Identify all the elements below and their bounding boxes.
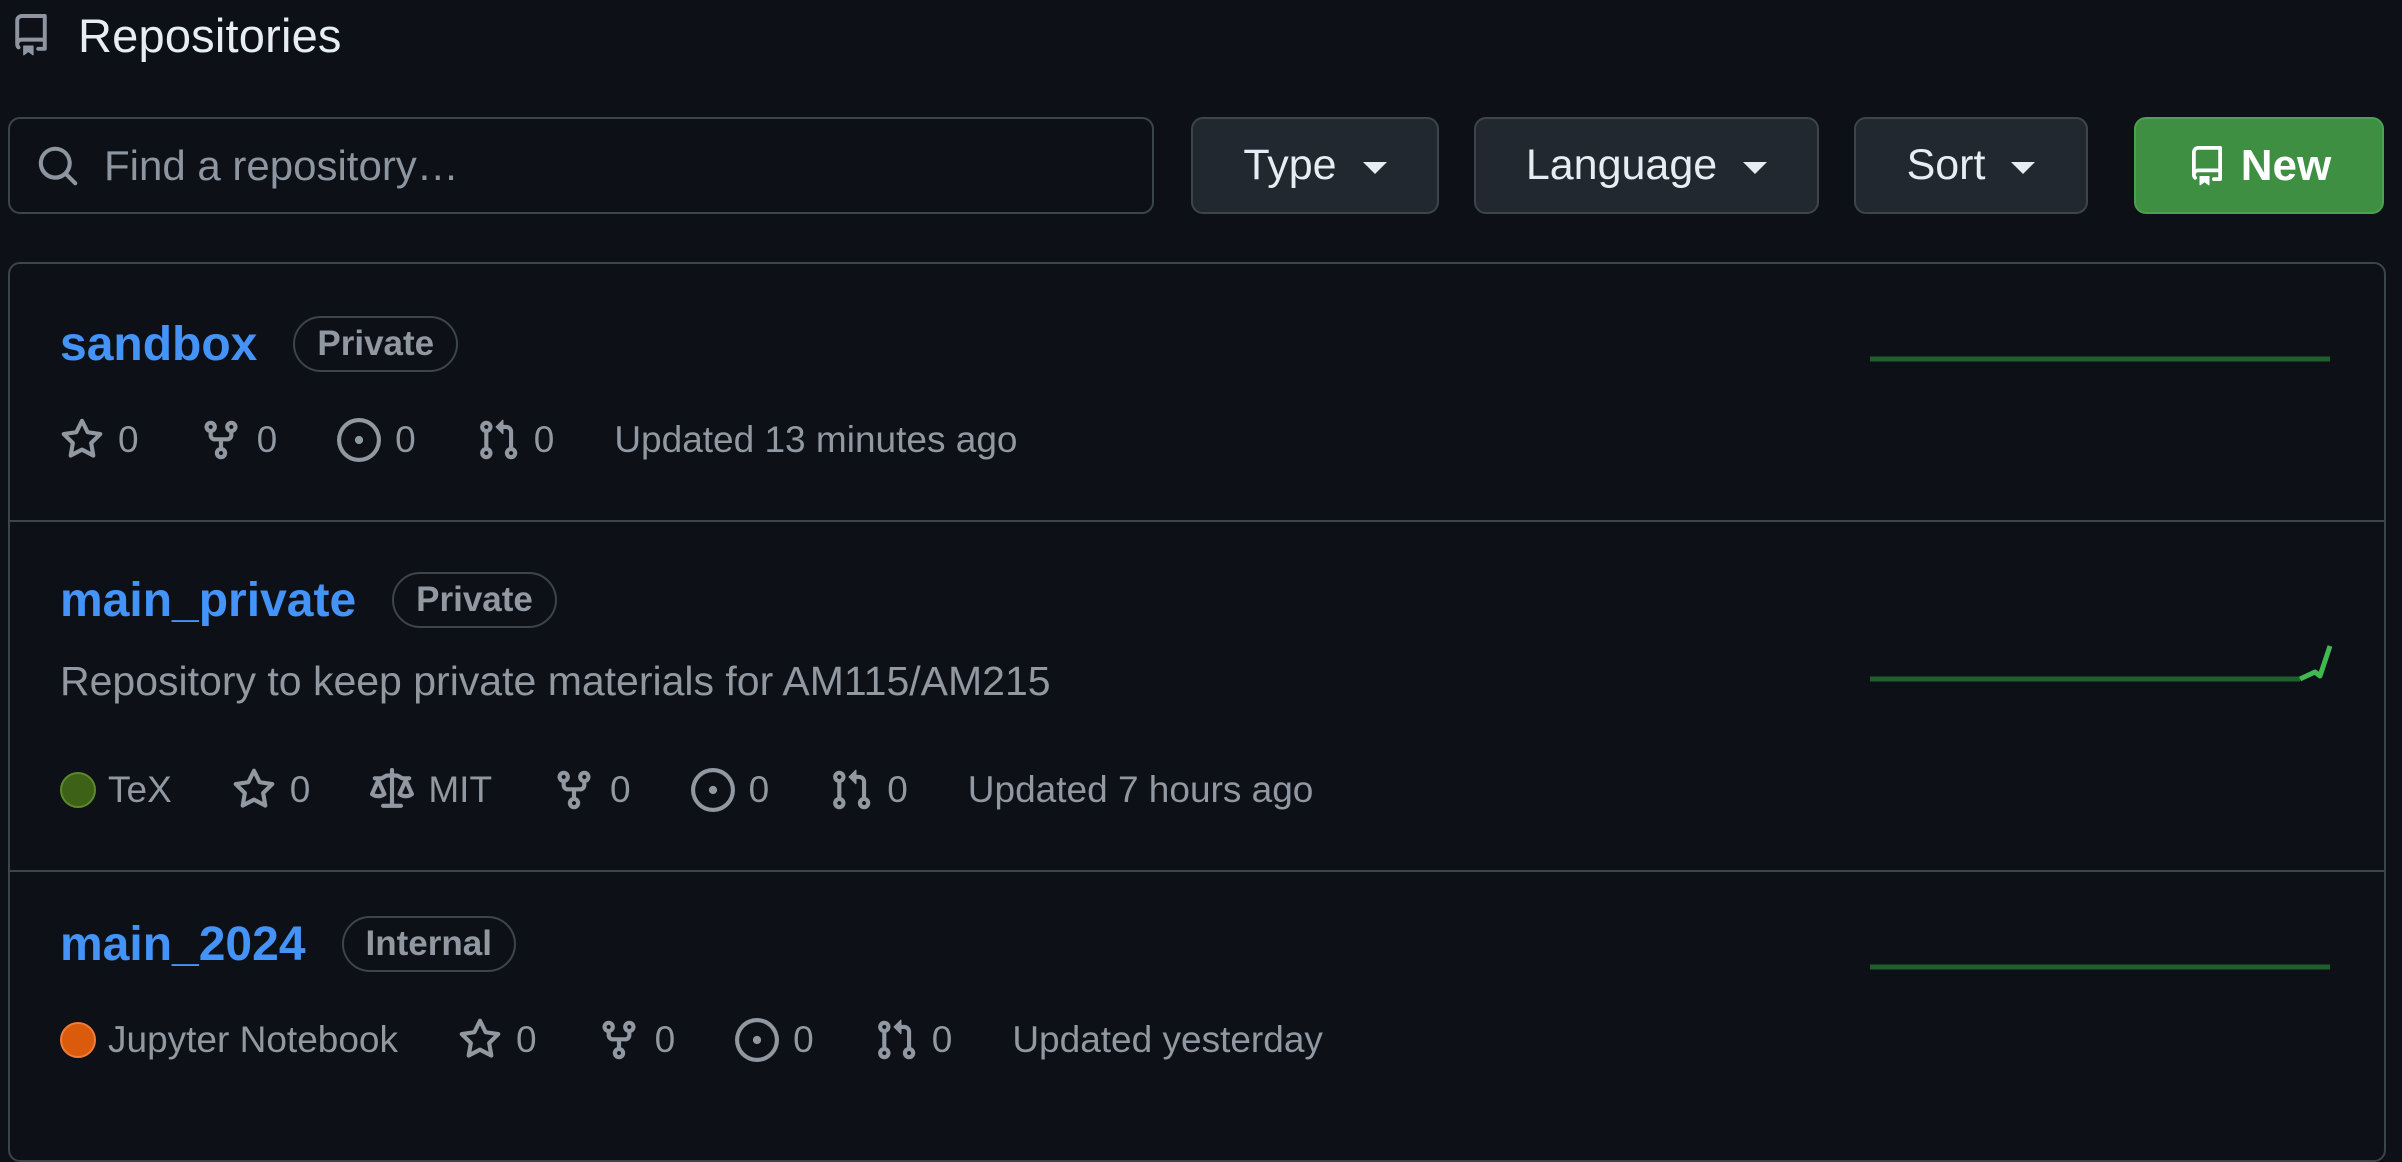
sort-dropdown-label: Sort <box>1906 141 1986 189</box>
search-icon <box>36 144 80 188</box>
repo-icon <box>2187 142 2227 190</box>
stars-count[interactable]: 0 <box>458 1018 537 1062</box>
chevron-down-icon <box>1743 161 1768 174</box>
forks-value: 0 <box>610 769 631 810</box>
activity-sparkline <box>1870 356 2330 362</box>
issues-value: 0 <box>793 1019 814 1060</box>
visibility-badge: Private <box>392 572 557 628</box>
updated-time: Updated 13 minutes ago <box>614 419 1018 460</box>
repo-name-link[interactable]: main_2024 <box>60 917 306 972</box>
repository-list: sandbox Private 0 0 0 0 Updated 13 minut… <box>8 262 2386 1162</box>
language-color-dot <box>60 1022 96 1058</box>
type-dropdown-label: Type <box>1243 141 1337 189</box>
forks-count[interactable]: 0 <box>199 418 278 462</box>
fork-icon <box>552 768 596 812</box>
issues-count[interactable]: 0 <box>690 768 770 812</box>
star-icon <box>458 1018 502 1062</box>
language-dropdown[interactable]: Language <box>1474 117 1819 214</box>
new-repository-button[interactable]: New <box>2134 117 2384 214</box>
issues-count[interactable]: 0 <box>735 1018 814 1062</box>
issues-count[interactable]: 0 <box>337 418 416 462</box>
language-indicator: TeX <box>60 769 172 811</box>
issue-icon <box>690 768 735 812</box>
pull-request-icon <box>874 1018 918 1062</box>
language-indicator: Jupyter Notebook <box>60 1019 398 1061</box>
repo-meta: 0 0 0 0 Updated 13 minutes ago <box>60 418 1077 462</box>
activity-sparkline <box>1870 645 2333 682</box>
visibility-badge: Internal <box>341 916 516 972</box>
repo-item-main-private: main_private Private Repository to keep … <box>10 522 2384 872</box>
activity-sparkline <box>1870 964 2330 970</box>
license-name: MIT <box>428 769 493 810</box>
repo-item-sandbox: sandbox Private 0 0 0 0 Updated 13 minut… <box>10 264 2384 522</box>
repo-name-link[interactable]: sandbox <box>60 317 257 372</box>
repo-meta: TeX 0 MIT 0 0 0 Updated 7 hours ago <box>60 768 1373 812</box>
language-name: Jupyter Notebook <box>108 1019 399 1060</box>
repo-meta: Jupyter Notebook 0 0 0 0 Updated yesterd… <box>60 1018 1383 1062</box>
license-indicator: MIT <box>370 768 492 812</box>
repo-description: Repository to keep private materials for… <box>60 658 1051 704</box>
law-icon <box>370 768 415 812</box>
star-icon <box>232 768 276 812</box>
star-icon <box>60 418 104 462</box>
pulls-count[interactable]: 0 <box>829 768 908 812</box>
pulls-count[interactable]: 0 <box>476 418 555 462</box>
repo-icon <box>10 10 52 60</box>
fork-icon <box>597 1018 641 1062</box>
sort-dropdown[interactable]: Sort <box>1854 117 2088 214</box>
forks-count[interactable]: 0 <box>552 768 631 812</box>
language-color-dot <box>60 772 96 808</box>
repo-toolbar: Type Language Sort New <box>8 117 2398 214</box>
fork-icon <box>199 418 243 462</box>
updated-time: Updated 7 hours ago <box>967 769 1314 810</box>
chevron-down-icon <box>1362 161 1387 174</box>
search-input[interactable] <box>102 140 1152 191</box>
search-box[interactable] <box>8 117 1154 214</box>
language-name: TeX <box>108 769 172 810</box>
page-title: Repositories <box>78 8 342 62</box>
forks-value: 0 <box>654 1019 676 1060</box>
page-header: Repositories <box>10 0 342 70</box>
visibility-badge: Private <box>293 316 459 372</box>
stars-count[interactable]: 0 <box>60 418 139 462</box>
stars-value: 0 <box>516 1019 537 1060</box>
type-dropdown[interactable]: Type <box>1191 117 1439 214</box>
forks-value: 0 <box>256 419 278 460</box>
stars-count[interactable]: 0 <box>232 768 311 812</box>
forks-count[interactable]: 0 <box>597 1018 676 1062</box>
issue-icon <box>735 1018 780 1062</box>
pulls-value: 0 <box>887 769 908 810</box>
chevron-down-icon <box>2011 161 2036 174</box>
issue-icon <box>337 418 382 462</box>
updated-time: Updated yesterday <box>1012 1019 1323 1060</box>
pulls-count[interactable]: 0 <box>874 1018 953 1062</box>
pull-request-icon <box>829 768 873 812</box>
pull-request-icon <box>476 418 520 462</box>
new-button-label: New <box>2240 140 2332 190</box>
language-dropdown-label: Language <box>1525 141 1718 189</box>
issues-value: 0 <box>748 769 770 810</box>
stars-value: 0 <box>289 769 311 810</box>
pulls-value: 0 <box>931 1019 953 1060</box>
stars-value: 0 <box>118 419 139 460</box>
pulls-value: 0 <box>533 419 555 460</box>
issues-value: 0 <box>395 419 416 460</box>
repo-item-main-2024: main_2024 Internal Jupyter Notebook 0 0 <box>10 872 2384 1160</box>
repo-name-link[interactable]: main_private <box>60 573 356 628</box>
